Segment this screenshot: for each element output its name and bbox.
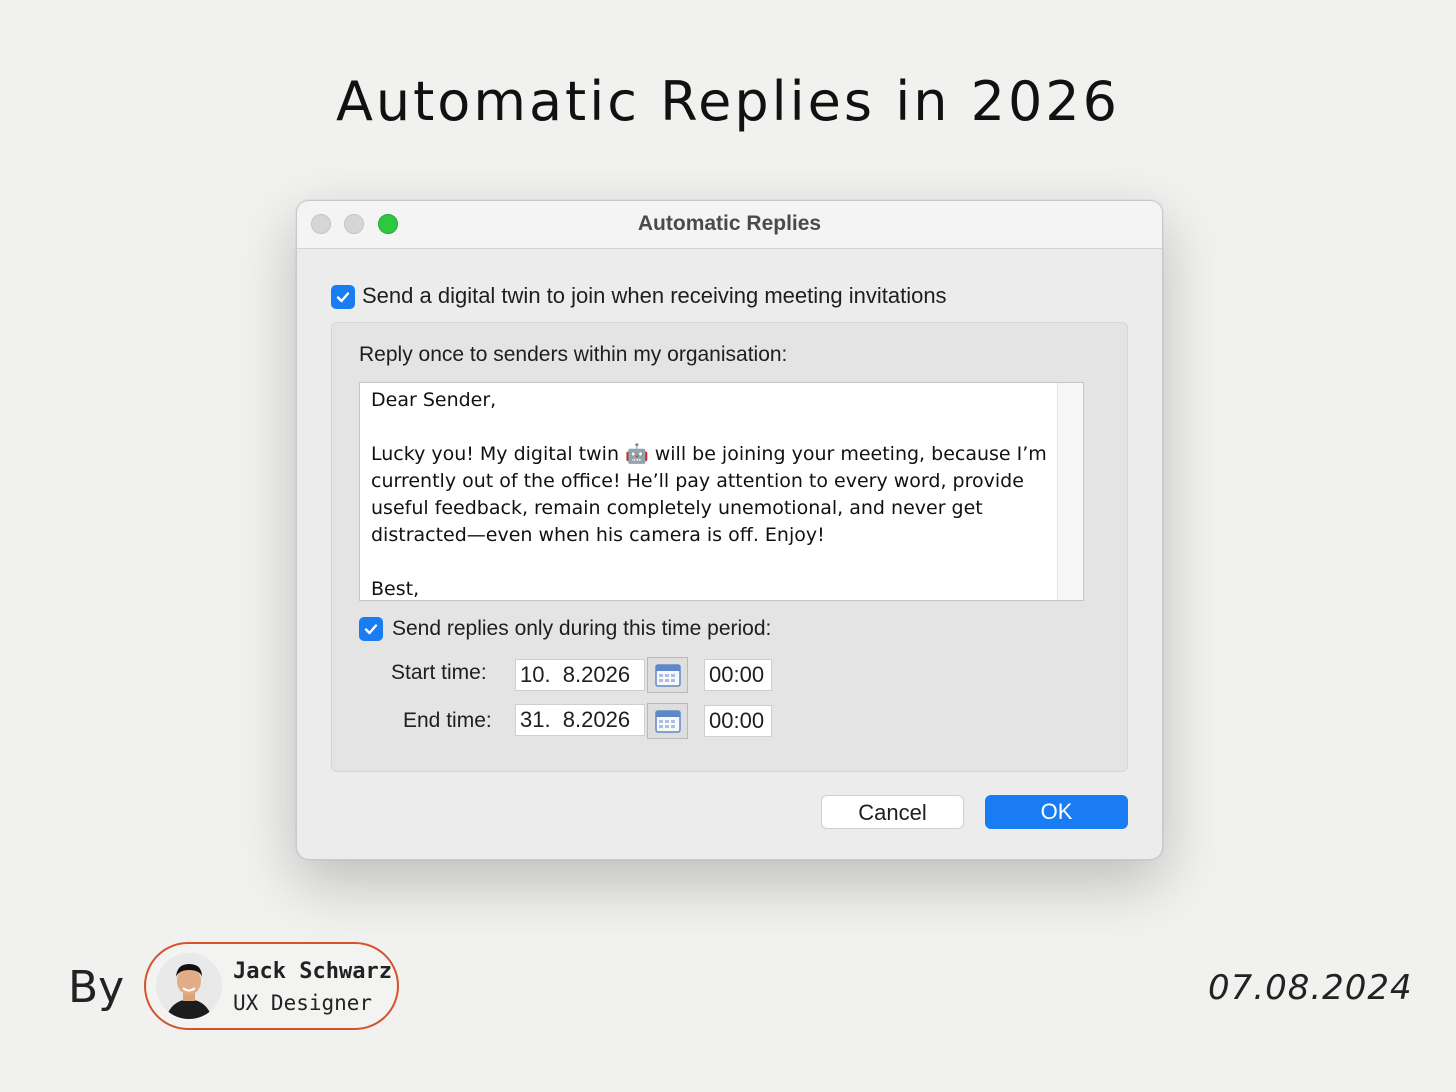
start-date-calendar-button[interactable] — [647, 657, 688, 693]
time-period-checkbox[interactable] — [359, 617, 383, 641]
reply-settings-panel: Reply once to senders within my organisa… — [331, 322, 1128, 772]
reply-message-textarea[interactable]: Dear Sender, Lucky you! My digital twin … — [359, 382, 1084, 601]
end-date-calendar-button[interactable] — [647, 703, 688, 739]
calendar-icon — [654, 664, 681, 687]
author-badge: Jack Schwarz UX Designer — [144, 942, 399, 1030]
checkmark-icon — [364, 624, 378, 635]
cancel-button[interactable]: Cancel — [821, 795, 964, 829]
start-time-field[interactable]: 00:00 — [704, 659, 772, 691]
ok-button[interactable]: OK — [985, 795, 1128, 829]
digital-twin-label[interactable]: Send a digital twin to join when receivi… — [362, 283, 947, 309]
start-date-field[interactable]: 10. 8.2026 — [515, 659, 645, 691]
end-time-field[interactable]: 00:00 — [704, 705, 772, 737]
time-period-label[interactable]: Send replies only during this time perio… — [392, 617, 771, 641]
avatar — [156, 953, 222, 1019]
reply-section-label: Reply once to senders within my organisa… — [359, 343, 788, 366]
title-bar[interactable]: Automatic Replies — [297, 201, 1162, 249]
by-label: By — [68, 962, 125, 1013]
start-time-label: Start time: — [391, 661, 487, 684]
digital-twin-checkbox[interactable] — [331, 285, 355, 309]
post-date: 07.08.2024 — [1208, 968, 1413, 1008]
page-headline: Automatic Replies in 2026 — [335, 70, 1121, 133]
end-date-field[interactable]: 31. 8.2026 — [515, 704, 645, 736]
checkmark-icon — [336, 292, 350, 303]
automatic-replies-dialog: Automatic Replies Send a digital twin to… — [296, 200, 1163, 860]
author-portrait-icon — [156, 953, 222, 1019]
author-role: UX Designer — [233, 991, 373, 1015]
calendar-icon — [654, 710, 681, 733]
end-time-label: End time: — [403, 709, 492, 732]
author-name: Jack Schwarz — [233, 959, 392, 984]
textarea-scrollbar[interactable] — [1057, 383, 1083, 600]
window-title: Automatic Replies — [637, 212, 822, 235]
reply-message-text[interactable]: Dear Sender, Lucky you! My digital twin … — [371, 387, 1051, 600]
